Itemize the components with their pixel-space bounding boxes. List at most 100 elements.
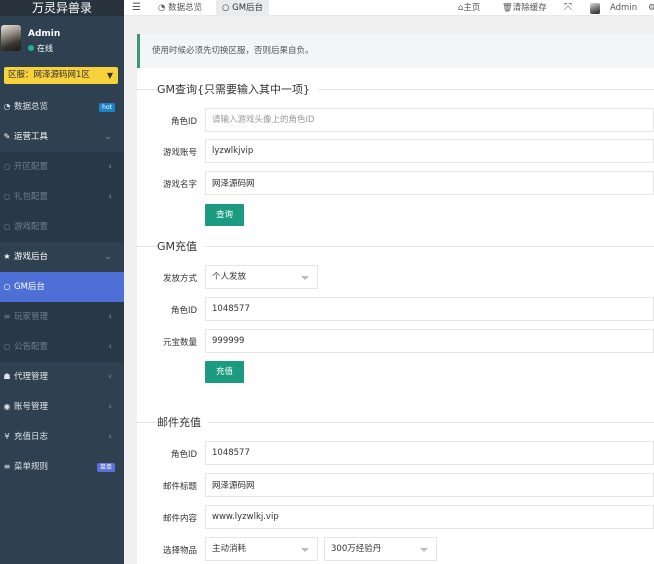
role-id-label: 角色ID xyxy=(170,117,197,127)
sidebar-item-label: 游戏后台 xyxy=(14,252,49,262)
recharge-role-id-input[interactable] xyxy=(205,297,654,321)
online-dot-icon xyxy=(28,44,34,51)
chevron-left-icon: ‹ xyxy=(108,402,112,412)
recharge-button[interactable]: 充值 xyxy=(205,361,244,383)
chevron-left-icon: ‹ xyxy=(108,432,112,442)
sidebar-item-server-config[interactable]: ○ 开区配置 ‹ xyxy=(0,152,124,182)
caret-down-icon xyxy=(420,548,428,552)
warning-notice: 使用时候必须先切换区服，否则后果自负。 xyxy=(137,34,654,68)
admin-label: Admin xyxy=(610,3,638,13)
chevron-left-icon: ‹ xyxy=(108,162,112,172)
query-name-input[interactable] xyxy=(205,171,654,195)
query-account-input[interactable] xyxy=(205,139,654,163)
menu-icon: ≡ xyxy=(3,462,11,471)
query-button[interactable]: 查询 xyxy=(205,204,244,226)
tab-dashboard[interactable]: ◔ 数据总览 xyxy=(152,0,208,16)
fullscreen-icon[interactable]: ⤧ xyxy=(564,0,572,16)
tab-gm-backend[interactable]: ○ GM后台 xyxy=(216,0,270,16)
sidebar-item-gm-backend[interactable]: ○ GM后台 xyxy=(0,272,124,302)
home-link[interactable]: ⌂主页 xyxy=(458,0,480,16)
sidebar-item-agent-management[interactable]: ☗ 代理管理 ‹ xyxy=(0,362,124,392)
sidebar-item-announcement-config[interactable]: ○ 公告配置 ‹ xyxy=(0,332,124,362)
sidebar-item-label: 公告配置 xyxy=(14,342,49,352)
server-select[interactable]: 区服：网泽源码网1区 ▼ xyxy=(4,67,118,84)
admin-menu[interactable]: Admin xyxy=(610,0,637,16)
role-id-label: 角色ID xyxy=(170,450,197,460)
yen-icon: ¥ xyxy=(4,432,10,441)
chevron-left-icon: ‹ xyxy=(108,192,112,202)
user-status-label: 在线 xyxy=(37,44,53,53)
mail-role-id-input[interactable] xyxy=(205,441,654,465)
chevron-down-icon: ⌄ xyxy=(104,132,112,142)
avatar[interactable] xyxy=(1,25,21,51)
account-icon: ◉ xyxy=(3,402,11,411)
sidebar-item-ops-tools[interactable]: ✎ 运营工具 ⌄ xyxy=(0,122,124,152)
query-role-id-input[interactable] xyxy=(205,108,654,132)
dashboard-icon: ◔ xyxy=(158,3,169,13)
sidebar-item-label: 开区配置 xyxy=(14,162,49,172)
tab-label: GM后台 xyxy=(232,3,264,13)
clear-cache-button[interactable]: 🗑清除缓存 xyxy=(502,0,547,16)
mail-title-label: 邮件标题 xyxy=(162,482,197,492)
chevron-down-icon: ▼ xyxy=(106,71,113,80)
item-type-value: 主动消耗 xyxy=(212,544,247,554)
hot-badge: hot xyxy=(99,103,115,112)
sidebar-item-player-management[interactable]: ≡ 玩家管理 ‹ xyxy=(0,302,124,332)
sidebar-item-game-backend[interactable]: ★ 游戏后台 ⌄ xyxy=(0,242,124,272)
item-value: 300万经验丹 xyxy=(331,544,382,554)
settings-gear-icon[interactable]: ⚙ xyxy=(648,0,654,16)
sidebar-item-label: 运营工具 xyxy=(14,132,49,142)
sidebar-item-label: 玩家管理 xyxy=(14,312,49,322)
yuanbao-amount-label: 元宝数量 xyxy=(162,338,197,348)
sidebar: 万灵异兽录 Admin 在线 区服：网泽源码网1区 ▼ ◔ 数据总览 hot ✎ 运营… xyxy=(0,0,124,564)
sidebar-item-menu-rules[interactable]: ≡ 菜单规则 菜单 xyxy=(0,452,124,482)
game-name-label: 游戏名字 xyxy=(162,180,197,190)
home-label: 主页 xyxy=(463,3,481,13)
sidebar-item-gift-config[interactable]: ○ 礼包配置 ‹ xyxy=(0,182,124,212)
circle-icon: ○ xyxy=(3,162,11,171)
server-select-value: 区服：网泽源码网1区 xyxy=(8,70,90,80)
sidebar-item-dashboard[interactable]: ◔ 数据总览 hot xyxy=(0,92,124,122)
app-title: 万灵异兽录 xyxy=(0,0,124,16)
agent-icon: ☗ xyxy=(3,372,11,381)
circle-icon: ○ xyxy=(3,342,11,351)
game-account-label: 游戏账号 xyxy=(162,148,197,158)
chevron-left-icon: ‹ xyxy=(108,312,112,322)
mail-content-input[interactable] xyxy=(205,505,654,529)
main-content: 使用时候必须先切换区服，否则后果自负。 GM查询{只需要输入其中一项} 角色ID… xyxy=(137,34,654,564)
sidebar-item-label: 充值日志 xyxy=(14,432,49,442)
hamburger-menu-icon[interactable]: ☰ xyxy=(132,0,141,15)
avatar[interactable] xyxy=(590,3,600,14)
sidebar-item-account-management[interactable]: ◉ 账号管理 ‹ xyxy=(0,392,124,422)
section-divider xyxy=(137,246,654,247)
issue-method-value: 个人发放 xyxy=(212,272,247,282)
list-icon: ≡ xyxy=(3,312,11,321)
role-id-label: 角色ID xyxy=(170,306,197,316)
clear-cache-label: 清除缓存 xyxy=(512,3,547,13)
sidebar-menu: ◔ 数据总览 hot ✎ 运营工具 ⌄ ○ 开区配置 ‹ ○ 礼包配置 ‹ ○ 游戏配置 … xyxy=(0,92,124,482)
sidebar-item-label: 账号管理 xyxy=(14,402,49,412)
sidebar-item-label: 菜单规则 xyxy=(14,462,49,472)
sidebar-item-game-config[interactable]: ○ 游戏配置 xyxy=(0,212,124,242)
item-type-select[interactable]: 主动消耗 xyxy=(205,537,318,561)
chevron-left-icon: ‹ xyxy=(108,372,112,382)
mail-recharge-legend: 邮件充值 xyxy=(157,414,209,430)
caret-down-icon xyxy=(301,548,309,552)
sidebar-item-recharge-log[interactable]: ¥ 充值日志 ‹ xyxy=(0,422,124,452)
new-badge: 菜单 xyxy=(96,463,115,472)
section-divider xyxy=(137,422,654,423)
sidebar-item-label: 代理管理 xyxy=(14,372,49,382)
trash-icon: 🗑 xyxy=(502,3,513,13)
mail-title-input[interactable] xyxy=(205,473,654,497)
chevron-left-icon: ‹ xyxy=(108,342,112,352)
user-panel: Admin 在线 xyxy=(0,16,124,64)
yuanbao-amount-input[interactable] xyxy=(205,329,654,353)
issue-method-select[interactable]: 个人发放 xyxy=(205,265,318,289)
gm-query-legend: GM查询{只需要输入其中一项} xyxy=(157,81,319,97)
issue-method-label: 发放方式 xyxy=(162,274,197,284)
sidebar-item-label: 游戏配置 xyxy=(14,222,49,232)
gm-recharge-legend: GM充值 xyxy=(157,238,206,254)
mail-content-label: 邮件内容 xyxy=(162,514,197,524)
item-select[interactable]: 300万经验丹 xyxy=(324,537,437,561)
circle-icon: ○ xyxy=(222,3,233,13)
